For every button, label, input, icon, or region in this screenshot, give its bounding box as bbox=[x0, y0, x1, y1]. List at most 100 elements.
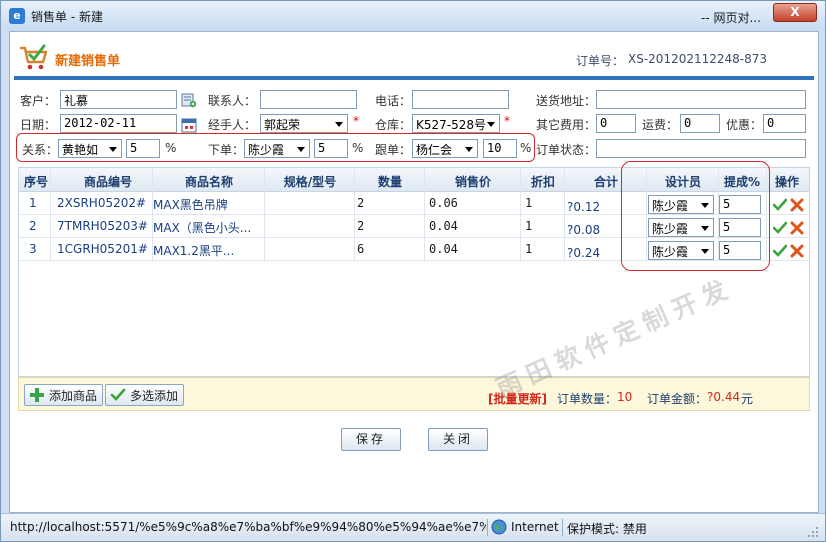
row-price[interactable]: 0.06 bbox=[429, 196, 458, 210]
order-status-input[interactable] bbox=[596, 139, 806, 158]
other-fee-input[interactable]: 0 bbox=[596, 114, 636, 133]
header-code: 商品编号 bbox=[83, 175, 132, 189]
warehouse-value: K527-528号 bbox=[416, 118, 487, 132]
contact-label: 联系人： bbox=[208, 94, 257, 108]
row-no: 3 bbox=[29, 242, 37, 256]
relation-select[interactable]: 黄艳如 bbox=[58, 139, 122, 158]
handler-required-mark: * bbox=[353, 114, 359, 128]
plus-icon bbox=[30, 388, 44, 402]
order-number-label: 订单号： bbox=[576, 54, 625, 68]
phone-input[interactable] bbox=[412, 90, 509, 109]
row-discount[interactable]: 1 bbox=[525, 242, 532, 256]
check-icon[interactable] bbox=[773, 198, 787, 212]
order-person-pct-sign: % bbox=[352, 141, 364, 155]
security-zone: Internet bbox=[511, 520, 559, 534]
delete-icon[interactable] bbox=[790, 221, 804, 235]
row-discount[interactable]: 1 bbox=[525, 196, 532, 210]
add-product-button[interactable]: 添加商品 bbox=[24, 384, 104, 406]
resize-grip-icon[interactable] bbox=[807, 526, 819, 538]
window-title-suffix: -- 网页对... bbox=[701, 11, 761, 25]
follow-pct-sign: % bbox=[520, 141, 532, 155]
header-divider bbox=[14, 76, 814, 80]
customer-label: 客户： bbox=[20, 94, 57, 108]
row-name: MAX1.2黑平... bbox=[153, 244, 235, 258]
relation-pct-input[interactable]: 5 bbox=[126, 139, 160, 158]
header-no: 序号 bbox=[23, 175, 48, 189]
sales-order-form: 新建销售单 订单号： XS-201202112248-873 客户： 礼慕 联系… bbox=[9, 31, 819, 513]
discount-label: 优惠： bbox=[726, 118, 763, 132]
order-amount-label: 订单金额： bbox=[647, 392, 708, 406]
delete-icon[interactable] bbox=[790, 244, 804, 258]
check-icon[interactable] bbox=[773, 221, 787, 235]
row-total: ?0.12 bbox=[567, 200, 601, 214]
multi-add-label: 多选添加 bbox=[130, 389, 179, 403]
row-price[interactable]: 0.04 bbox=[429, 242, 458, 256]
shopping-cart-icon bbox=[20, 44, 48, 70]
currency-unit: 元 bbox=[741, 392, 754, 406]
relation-pct-sign: % bbox=[165, 141, 177, 155]
check-icon[interactable] bbox=[773, 244, 787, 258]
other-fee-label: 其它费用： bbox=[536, 118, 597, 132]
contact-input[interactable] bbox=[260, 90, 357, 109]
save-button[interactable]: 保存 bbox=[341, 428, 401, 451]
handler-select[interactable]: 郭起荣 bbox=[260, 114, 348, 133]
order-person-label: 下单： bbox=[208, 143, 245, 157]
follow-select[interactable]: 杨仁会 bbox=[412, 139, 478, 158]
freight-input[interactable]: 0 bbox=[680, 114, 720, 133]
window-close-button[interactable]: X bbox=[773, 3, 817, 22]
order-qty-value: 10 bbox=[617, 390, 633, 404]
designer-highlight-box bbox=[621, 161, 770, 271]
relation-value: 黄艳如 bbox=[62, 143, 99, 157]
address-book-icon[interactable] bbox=[181, 92, 197, 108]
row-price[interactable]: 0.04 bbox=[429, 219, 458, 233]
order-person-value: 陈少霞 bbox=[248, 143, 285, 157]
check-icon bbox=[110, 388, 126, 401]
row-total: ?0.24 bbox=[567, 246, 601, 260]
follow-pct-input[interactable]: 10 bbox=[483, 139, 517, 158]
title-bar[interactable]: e 销售单 - 新建 -- 网页对... X bbox=[1, 1, 825, 31]
add-product-label: 添加商品 bbox=[49, 389, 98, 403]
order-status-label: 订单状态： bbox=[536, 143, 597, 157]
warehouse-required-mark: * bbox=[504, 114, 510, 128]
row-discount[interactable]: 1 bbox=[525, 219, 532, 233]
order-person-select[interactable]: 陈少霞 bbox=[244, 139, 310, 158]
row-code: 1CGRH05201# bbox=[57, 242, 148, 256]
protected-mode-status: 保护模式: 禁用 bbox=[567, 522, 647, 536]
address-input[interactable] bbox=[596, 90, 806, 109]
row-qty[interactable]: 6 bbox=[357, 242, 364, 256]
order-person-pct-input[interactable]: 5 bbox=[314, 139, 348, 158]
phone-label: 电话： bbox=[375, 94, 412, 108]
delete-icon[interactable] bbox=[790, 198, 804, 212]
window-title: 销售单 - 新建 bbox=[31, 10, 103, 24]
row-qty[interactable]: 2 bbox=[357, 219, 364, 233]
handler-label: 经手人： bbox=[208, 118, 257, 132]
warehouse-label: 仓库： bbox=[375, 118, 412, 132]
close-button[interactable]: 关闭 bbox=[428, 428, 488, 451]
row-code: 7TMRH05203# bbox=[57, 219, 148, 233]
multi-add-button[interactable]: 多选添加 bbox=[105, 384, 185, 406]
customer-input[interactable]: 礼慕 bbox=[60, 90, 177, 109]
browser-dialog-window: e 销售单 - 新建 -- 网页对... X 新建销售单 订单号： XS-201… bbox=[0, 0, 826, 542]
warehouse-select[interactable]: K527-528号 bbox=[412, 114, 500, 133]
calendar-icon[interactable] bbox=[181, 117, 197, 133]
relation-label: 关系： bbox=[22, 143, 59, 157]
date-label: 日期： bbox=[20, 118, 57, 132]
follow-value: 杨仁会 bbox=[416, 143, 453, 157]
header-spec: 规格/型号 bbox=[283, 175, 337, 189]
status-url: http://localhost:5571/%e5%9c%a8%e7%ba%bf… bbox=[10, 520, 486, 534]
order-qty-label: 订单数量： bbox=[557, 392, 618, 406]
order-number: XS-201202112248-873 bbox=[628, 52, 768, 66]
handler-value: 郭起荣 bbox=[264, 118, 301, 132]
header-name: 商品名称 bbox=[184, 175, 233, 189]
header-qty: 数量 bbox=[377, 175, 402, 189]
page-title: 新建销售单 bbox=[55, 54, 121, 69]
status-bar: http://localhost:5571/%e5%9c%a8%e7%ba%bf… bbox=[1, 513, 825, 541]
row-qty[interactable]: 2 bbox=[357, 196, 364, 210]
ie-icon: e bbox=[9, 8, 25, 24]
grid-toolbar: 添加商品 多选添加 [批量更新] 订单数量： 10 订单金额： ?0.44 元 bbox=[18, 377, 810, 411]
header-discount: 折扣 bbox=[530, 175, 555, 189]
date-input[interactable]: 2012-02-11 bbox=[60, 114, 177, 133]
follow-label: 跟单： bbox=[375, 143, 412, 157]
row-no: 2 bbox=[29, 219, 37, 233]
discount-input[interactable]: 0 bbox=[763, 114, 806, 133]
